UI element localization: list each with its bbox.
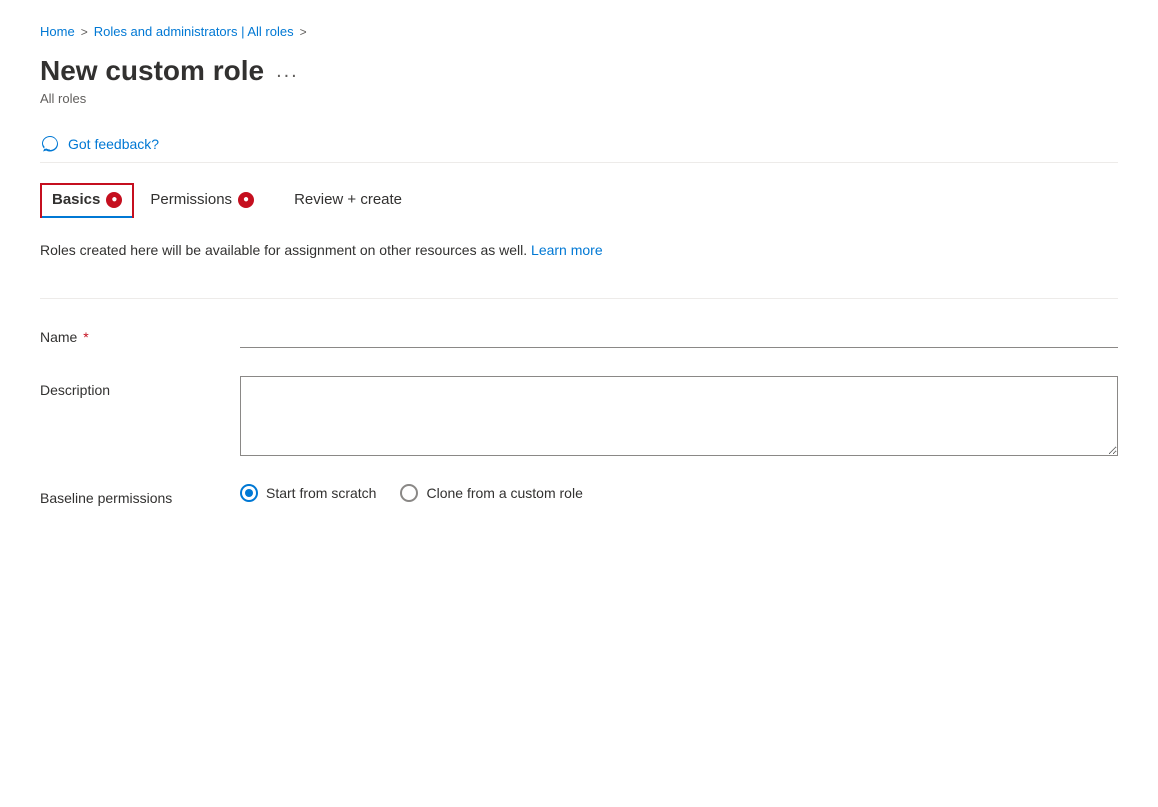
- baseline-label: Baseline permissions: [40, 484, 240, 506]
- description-input[interactable]: [240, 376, 1118, 456]
- tab-permissions-label: Permissions: [150, 191, 232, 208]
- page-title-menu[interactable]: ...: [276, 60, 299, 83]
- description-label: Description: [40, 376, 240, 398]
- description-row: Description: [40, 376, 1118, 456]
- feedback-bar[interactable]: Got feedback?: [40, 126, 1118, 163]
- radio-scratch[interactable]: Start from scratch: [240, 484, 376, 502]
- breadcrumb-separator-1: >: [81, 25, 88, 39]
- breadcrumb-roles[interactable]: Roles and administrators | All roles: [94, 24, 294, 39]
- form-divider: [40, 298, 1118, 299]
- page-title-container: New custom role ...: [40, 55, 1118, 87]
- radio-scratch-label: Start from scratch: [266, 485, 376, 501]
- breadcrumb-separator-2: >: [300, 25, 307, 39]
- tab-review-create-label: Review + create: [294, 191, 402, 208]
- tab-basics-error: ●: [106, 192, 122, 208]
- tab-basics[interactable]: Basics ●: [40, 183, 134, 218]
- radio-clone-indicator[interactable]: [400, 484, 418, 502]
- baseline-row: Baseline permissions Start from scratch …: [40, 484, 1118, 506]
- tab-permissions-error: ●: [238, 192, 254, 208]
- baseline-radio-group: Start from scratch Clone from a custom r…: [240, 484, 1118, 502]
- page-title: New custom role: [40, 55, 264, 87]
- tab-permissions[interactable]: Permissions ●: [150, 183, 278, 218]
- feedback-label[interactable]: Got feedback?: [68, 136, 159, 152]
- info-text-content: Roles created here will be available for…: [40, 242, 527, 258]
- name-row: Name *: [40, 323, 1118, 348]
- name-input[interactable]: [240, 323, 1118, 348]
- feedback-icon: [40, 134, 60, 154]
- page-subtitle: All roles: [40, 91, 1118, 106]
- radio-clone[interactable]: Clone from a custom role: [400, 484, 582, 502]
- learn-more-link[interactable]: Learn more: [531, 242, 603, 258]
- form-section: Name * Description Baseline permissions …: [40, 323, 1118, 506]
- tab-review-create[interactable]: Review + create: [294, 183, 426, 218]
- breadcrumb: Home > Roles and administrators | All ro…: [40, 24, 1118, 39]
- name-label: Name *: [40, 323, 240, 345]
- tabs-container: Basics ● Permissions ● Review + create: [40, 183, 1118, 218]
- info-text: Roles created here will be available for…: [40, 234, 1118, 266]
- breadcrumb-home[interactable]: Home: [40, 24, 75, 39]
- radio-clone-label: Clone from a custom role: [426, 485, 582, 501]
- name-required-star: *: [79, 329, 88, 345]
- tab-basics-label: Basics: [52, 191, 100, 208]
- radio-scratch-indicator[interactable]: [240, 484, 258, 502]
